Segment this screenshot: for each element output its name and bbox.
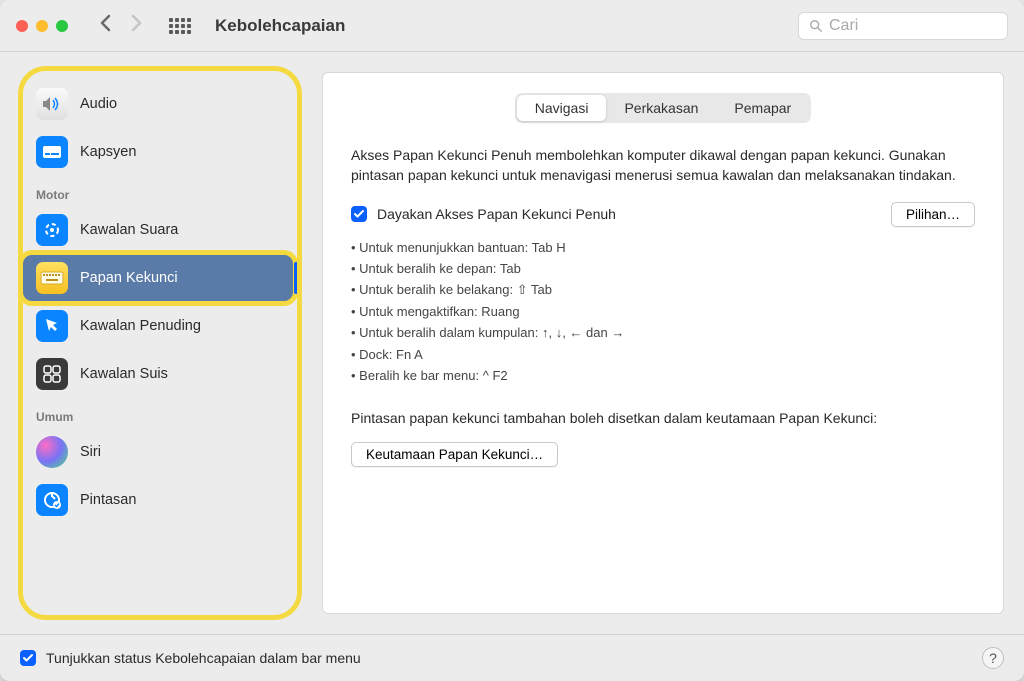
- keyboard-icon: [36, 262, 68, 294]
- enable-full-keyboard-checkbox[interactable]: [351, 206, 367, 222]
- help-line: • Dock: Fn A: [351, 344, 975, 365]
- tab-hardware[interactable]: Perkakasan: [606, 95, 716, 121]
- sidebar-item-label: Kawalan Suis: [80, 366, 168, 382]
- sidebar-item-shortcut[interactable]: Pintasan: [22, 476, 294, 524]
- sidebar-item-label: Audio: [80, 96, 117, 112]
- help-line: • Untuk beralih ke belakang: ⇧ Tab: [351, 279, 975, 300]
- sidebar-section-general: Umum: [22, 398, 294, 428]
- help-line: • Untuk beralih dalam kumpulan: ↑, ↓, ← …: [351, 322, 975, 343]
- window-title: Kebolehcapaian: [215, 16, 345, 36]
- show-status-checkbox[interactable]: [20, 650, 36, 666]
- captions-icon: [36, 136, 68, 168]
- sidebar-item-voice-control[interactable]: Kawalan Suara: [22, 206, 294, 254]
- sidebar: Audio Kapsyen Motor Kawalan Suara: [20, 72, 300, 614]
- forward-button[interactable]: [131, 14, 143, 38]
- search-icon: [809, 19, 823, 33]
- sidebar-item-siri[interactable]: Siri: [22, 428, 294, 476]
- help-button[interactable]: ?: [982, 647, 1004, 669]
- sidebar-item-label: Papan Kekunci: [80, 270, 178, 286]
- traffic-lights: [16, 20, 68, 32]
- sidebar-item-label: Pintasan: [80, 492, 136, 508]
- detail-panel: Navigasi Perkakasan Pemapar Akses Papan …: [322, 72, 1004, 614]
- titlebar: Kebolehcapaian Cari: [0, 0, 1024, 52]
- minimize-button[interactable]: [36, 20, 48, 32]
- sidebar-section-motor: Motor: [22, 176, 294, 206]
- enable-full-keyboard-label: Dayakan Akses Papan Kekunci Penuh: [377, 206, 616, 222]
- footer: Tunjukkan status Kebolehcapaian dalam ba…: [0, 634, 1024, 681]
- tab-navigation[interactable]: Navigasi: [517, 95, 607, 121]
- additional-shortcuts-text: Pintasan papan kekunci tambahan boleh di…: [351, 409, 975, 429]
- sidebar-item-keyboard[interactable]: Papan Kekunci: [22, 254, 294, 302]
- back-button[interactable]: [99, 14, 111, 38]
- tab-viewer[interactable]: Pemapar: [716, 95, 809, 121]
- audio-icon: [36, 88, 68, 120]
- nav-arrows: [99, 14, 143, 38]
- tab-segments: Navigasi Perkakasan Pemapar: [515, 93, 811, 123]
- voice-control-icon: [36, 214, 68, 246]
- sidebar-item-label: Kawalan Penuding: [80, 318, 201, 334]
- switch-control-icon: [36, 358, 68, 390]
- sidebar-item-captions[interactable]: Kapsyen: [22, 128, 294, 176]
- sidebar-wrapper: Audio Kapsyen Motor Kawalan Suara: [20, 72, 300, 614]
- description-text: Akses Papan Kekunci Penuh membolehkan ko…: [351, 145, 975, 186]
- sidebar-item-label: Siri: [80, 444, 101, 460]
- tab-control: Navigasi Perkakasan Pemapar: [351, 93, 975, 123]
- show-all-icon[interactable]: [169, 18, 191, 34]
- enable-full-keyboard-row: Dayakan Akses Papan Kekunci Penuh Piliha…: [351, 202, 975, 227]
- preferences-window: Kebolehcapaian Cari Audio: [0, 0, 1024, 681]
- close-button[interactable]: [16, 20, 28, 32]
- search-input[interactable]: Cari: [798, 12, 1008, 40]
- check-icon: [353, 208, 365, 220]
- siri-icon: [36, 436, 68, 468]
- help-line: • Untuk menunjukkan bantuan: Tab H: [351, 237, 975, 258]
- sidebar-item-pointer-control[interactable]: Kawalan Penuding: [22, 302, 294, 350]
- help-line: • Beralih ke bar menu: ^ F2: [351, 365, 975, 386]
- zoom-button[interactable]: [56, 20, 68, 32]
- pointer-icon: [36, 310, 68, 342]
- search-placeholder: Cari: [829, 17, 858, 35]
- help-line: • Untuk mengaktifkan: Ruang: [351, 301, 975, 322]
- help-list: • Untuk menunjukkan bantuan: Tab H • Unt…: [351, 237, 975, 387]
- options-button[interactable]: Pilihan…: [891, 202, 975, 227]
- show-status-label: Tunjukkan status Kebolehcapaian dalam ba…: [46, 650, 361, 666]
- content-area: Audio Kapsyen Motor Kawalan Suara: [0, 52, 1024, 634]
- check-icon: [22, 652, 34, 664]
- sidebar-item-audio[interactable]: Audio: [22, 80, 294, 128]
- sidebar-item-label: Kawalan Suara: [80, 222, 178, 238]
- keyboard-preferences-button[interactable]: Keutamaan Papan Kekunci…: [351, 442, 558, 467]
- sidebar-item-label: Kapsyen: [80, 144, 136, 160]
- shortcut-icon: [36, 484, 68, 516]
- help-line: • Untuk beralih ke depan: Tab: [351, 258, 975, 279]
- sidebar-item-switch-control[interactable]: Kawalan Suis: [22, 350, 294, 398]
